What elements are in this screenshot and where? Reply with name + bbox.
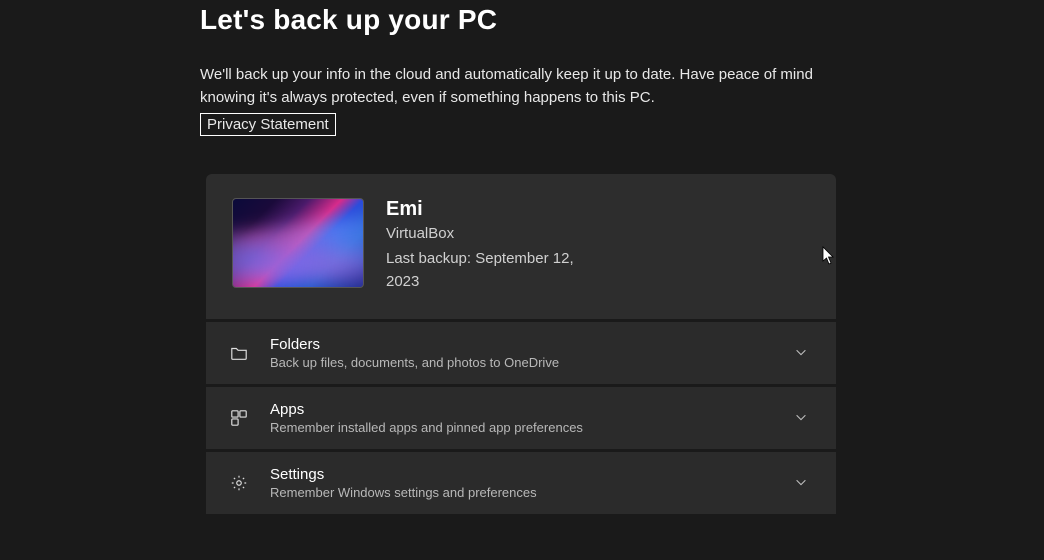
chevron-down-icon <box>794 410 810 426</box>
option-apps-text: Apps Remember installed apps and pinned … <box>270 401 774 435</box>
folder-icon <box>228 342 250 364</box>
option-settings-text: Settings Remember Windows settings and p… <box>270 466 774 500</box>
option-folders[interactable]: Folders Back up files, documents, and ph… <box>206 322 836 384</box>
chevron-down-icon <box>794 475 810 491</box>
option-settings-title: Settings <box>270 466 774 483</box>
page-description: We'll back up your info in the cloud and… <box>200 64 840 109</box>
backup-panels: Emi VirtualBox Last backup: September 12… <box>206 174 836 514</box>
privacy-statement-link[interactable]: Privacy Statement <box>200 113 336 136</box>
option-apps[interactable]: Apps Remember installed apps and pinned … <box>206 387 836 449</box>
device-card: Emi VirtualBox Last backup: September 12… <box>206 174 836 319</box>
device-info: Emi VirtualBox Last backup: September 12… <box>386 198 606 293</box>
option-settings[interactable]: Settings Remember Windows settings and p… <box>206 452 836 514</box>
device-name: Emi <box>386 198 606 221</box>
option-apps-title: Apps <box>270 401 774 418</box>
option-folders-title: Folders <box>270 336 774 353</box>
apps-icon <box>228 407 250 429</box>
option-apps-subtitle: Remember installed apps and pinned app p… <box>270 420 774 435</box>
main-content: Let's back up your PC We'll back up your… <box>0 4 1044 514</box>
option-folders-subtitle: Back up files, documents, and photos to … <box>270 355 774 370</box>
device-type: VirtualBox <box>386 225 606 242</box>
device-last-backup: Last backup: September 12, 2023 <box>386 248 606 293</box>
option-settings-subtitle: Remember Windows settings and preference… <box>270 485 774 500</box>
page-title: Let's back up your PC <box>200 4 1004 36</box>
chevron-down-icon <box>794 345 810 361</box>
option-folders-text: Folders Back up files, documents, and ph… <box>270 336 774 370</box>
device-thumbnail <box>232 198 364 288</box>
settings-icon <box>228 472 250 494</box>
